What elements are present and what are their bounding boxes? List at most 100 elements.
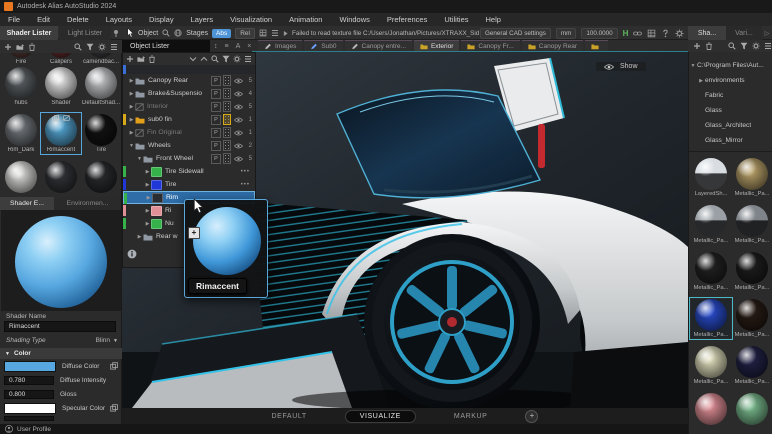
- expander-arrow[interactable]: ▶: [144, 182, 151, 188]
- shading-type-value[interactable]: Blinn: [96, 337, 110, 344]
- workflow-add-button[interactable]: +: [525, 410, 538, 423]
- workflow-markup[interactable]: MARKUP: [454, 413, 488, 420]
- pickable-toggle[interactable]: P: [211, 154, 221, 164]
- expander-arrow[interactable]: ▶: [128, 104, 135, 110]
- tab-environment[interactable]: Environmen...: [54, 197, 121, 210]
- shader-swatch-calipers[interactable]: Calipers: [42, 53, 80, 65]
- folder-plus-icon[interactable]: [137, 55, 145, 63]
- tree-row-wheels[interactable]: ▼WheelsP2: [123, 139, 255, 152]
- pattern-toggle[interactable]: [223, 153, 231, 164]
- pickable-toggle[interactable]: P: [211, 141, 221, 151]
- pin-icon[interactable]: [112, 29, 120, 37]
- search-icon[interactable]: [211, 55, 219, 63]
- pattern-toggle[interactable]: [223, 114, 231, 125]
- texture-map-icon[interactable]: [110, 362, 118, 370]
- gear-icon[interactable]: [233, 55, 241, 63]
- filter-icon[interactable]: [86, 43, 94, 51]
- expand-arrow-icon[interactable]: [283, 30, 288, 37]
- list-view-icon[interactable]: [271, 29, 279, 37]
- library-folder-glass[interactable]: Glass: [689, 103, 772, 118]
- menu-item-edit[interactable]: Edit: [37, 15, 50, 24]
- tab-variants[interactable]: Vari...: [726, 26, 762, 40]
- value-field[interactable]: 0.800: [4, 390, 54, 399]
- menu-item-visualization[interactable]: Visualization: [230, 15, 272, 24]
- library-folder-fabric[interactable]: Fabric: [689, 88, 772, 103]
- pin-icon-wrap[interactable]: [112, 29, 120, 37]
- tab-object-lister[interactable]: Object Lister: [122, 40, 210, 52]
- menu-item-utilities[interactable]: Utilities: [444, 15, 468, 24]
- color-swatch[interactable]: [4, 361, 56, 372]
- tab-shader-lister[interactable]: Shader Lister: [0, 26, 58, 40]
- play-icon[interactable]: [283, 30, 288, 37]
- library-folder-environments[interactable]: ▶environments: [689, 73, 772, 88]
- visibility-eye-icon[interactable]: [234, 104, 243, 110]
- shader-swatch-hubs[interactable]: hubs: [2, 67, 40, 106]
- more-options-dots[interactable]: •••: [241, 169, 250, 175]
- shader-swatch-shader[interactable]: Shader: [42, 67, 80, 106]
- material-swatch-metallic-pa-[interactable]: Metallic_Pa...: [732, 158, 772, 197]
- library-root-folder[interactable]: ▼C:\Program Files\Aut...: [689, 58, 772, 73]
- menu-item-windows[interactable]: Windows: [339, 15, 369, 24]
- search-icon[interactable]: [728, 42, 736, 50]
- value-field[interactable]: 0.780: [4, 376, 54, 385]
- tree-row-canopy-rear[interactable]: ▶Canopy RearP5: [123, 74, 255, 87]
- tab-shader-editor[interactable]: Shader E...: [0, 197, 54, 210]
- list-icon[interactable]: [244, 55, 252, 63]
- info-icon[interactable]: [127, 249, 137, 259]
- tab-light-lister[interactable]: Light Lister: [59, 26, 111, 40]
- pickable-toggle[interactable]: P: [211, 89, 221, 99]
- lister-glyph-icon[interactable]: ×: [247, 43, 251, 50]
- grid-view-icon[interactable]: [259, 29, 267, 37]
- material-swatch-metallic-pa-[interactable]: Metallic_Pa...: [691, 252, 731, 291]
- material-swatch-metallic-pa-[interactable]: Metallic_Pa...: [732, 252, 772, 291]
- show-control[interactable]: Show: [596, 62, 646, 71]
- rel-toggle-button[interactable]: Rel: [235, 28, 255, 39]
- pickable-toggle[interactable]: P: [211, 128, 221, 138]
- user-icon[interactable]: [5, 425, 13, 433]
- stages-label[interactable]: Stages: [186, 30, 208, 37]
- grid-icon[interactable]: [647, 29, 656, 38]
- material-swatch-layeredsh-[interactable]: LayeredSh...: [691, 158, 731, 197]
- filter-icon[interactable]: [740, 42, 748, 50]
- workflow-visualize[interactable]: VISUALIZE: [345, 410, 416, 423]
- material-swatch-metallic-pa-[interactable]: Metallic_Pa...: [691, 299, 731, 338]
- chev-up-icon[interactable]: [200, 55, 208, 63]
- material-swatch-metallic-pa-[interactable]: Metallic_Pa...: [732, 205, 772, 244]
- shader-swatch-tire[interactable]: Tire: [82, 114, 120, 153]
- shader-swatch-unnamed-10[interactable]: [42, 161, 80, 193]
- pattern-toggle[interactable]: [223, 140, 231, 151]
- history-badge[interactable]: H: [623, 29, 629, 38]
- gear-icon[interactable]: [675, 29, 684, 38]
- expander-arrow[interactable]: ▶: [136, 234, 143, 240]
- color-section-header[interactable]: ▼ Color: [0, 348, 122, 359]
- color-swatch[interactable]: [4, 403, 56, 414]
- tab-overflow-arrow[interactable]: ▷: [762, 30, 772, 37]
- visibility-eye-icon[interactable]: [234, 91, 243, 97]
- shader-swatch-camendbac-[interactable]: camendbac...: [82, 53, 120, 65]
- tab-shaders[interactable]: Sha...: [688, 26, 726, 40]
- trash-icon[interactable]: [705, 42, 713, 50]
- menu-item-delete[interactable]: Delete: [67, 15, 89, 24]
- menu-item-animation[interactable]: Animation: [289, 15, 322, 24]
- material-swatch-metallic-pa-[interactable]: Metallic_Pa...: [691, 205, 731, 244]
- scale-value[interactable]: 100.0000: [581, 28, 617, 39]
- shader-swatch-fire[interactable]: Fire: [2, 53, 40, 65]
- search-icon[interactable]: [74, 43, 82, 51]
- pickable-toggle[interactable]: P: [211, 76, 221, 86]
- expander-arrow[interactable]: ▶: [144, 221, 151, 227]
- menu-item-layouts[interactable]: Layouts: [106, 15, 132, 24]
- grid-icon[interactable]: [259, 29, 267, 37]
- pickable-toggle[interactable]: P: [211, 115, 221, 125]
- list-icon[interactable]: [110, 43, 118, 51]
- visibility-eye-icon[interactable]: [234, 117, 243, 123]
- object-mode-label[interactable]: Object: [138, 30, 158, 37]
- lister-glyph-icon[interactable]: ↕: [214, 43, 218, 50]
- more-options-dots[interactable]: •••: [241, 182, 250, 188]
- abs-toggle-button[interactable]: Abs: [212, 29, 231, 38]
- tree-row-fin-original[interactable]: ▶Fin OriginalP1: [123, 126, 255, 139]
- gear-icon[interactable]: [752, 42, 760, 50]
- chev-down-icon[interactable]: [189, 55, 197, 63]
- menu-item-display[interactable]: Display: [149, 15, 174, 24]
- material-swatch-metallic-pa-[interactable]: Metallic_Pa...: [732, 299, 772, 338]
- menu-item-preferences[interactable]: Preferences: [387, 15, 427, 24]
